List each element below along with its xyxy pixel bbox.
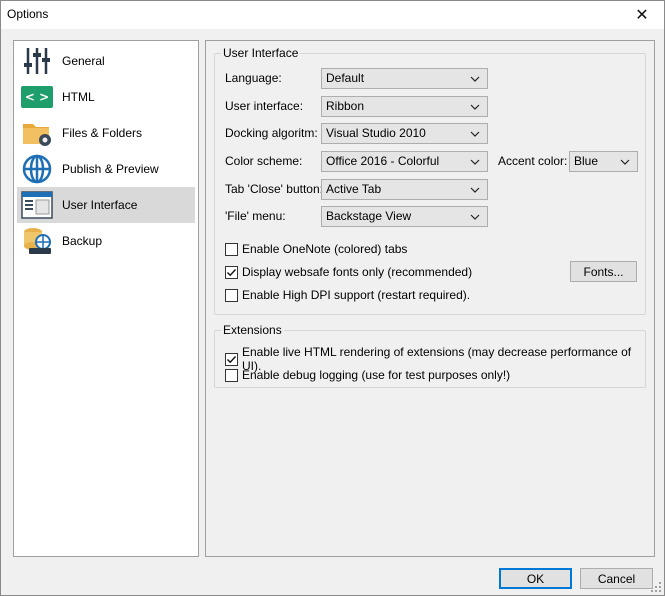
onenote-tabs-label: Enable OneNote (colored) tabs [242,242,408,256]
accent-color-label: Accent color: [498,154,568,168]
window-title: Options [7,7,49,21]
tab-close-label: Tab 'Close' button: [225,182,323,196]
checkmark-icon [227,268,237,276]
checkmark-icon [227,355,237,363]
title-bar: Options ✕ [1,1,664,29]
category-list: General < > HTML Files & Folders Publish… [13,40,199,557]
accent-color-select[interactable]: Blue [569,151,638,172]
fonts-button[interactable]: Fonts... [570,261,637,282]
nav-item-backup[interactable]: Backup [17,223,195,259]
close-icon: ✕ [635,7,649,24]
checkbox-box[interactable] [225,288,238,302]
high-dpi-checkbox[interactable]: Enable High DPI support (restart require… [225,288,470,302]
color-scheme-select[interactable]: Office 2016 - Colorful [321,151,488,172]
nav-item-files-folders[interactable]: Files & Folders [17,115,195,151]
sliders-icon [20,45,54,77]
file-menu-label: 'File' menu: [225,209,286,223]
nav-item-label: Files & Folders [62,126,143,140]
file-menu-value: Backstage View [326,209,412,223]
tab-close-value: Active Tab [326,182,382,196]
chevron-down-icon [619,152,631,171]
nav-item-label: General [62,54,105,68]
color-scheme-value: Office 2016 - Colorful [326,154,440,168]
resize-grip-icon[interactable] [651,582,661,592]
nav-item-html[interactable]: < > HTML [17,79,195,115]
chevron-down-icon [469,152,481,171]
debug-logging-checkbox[interactable]: Enable debug logging (use for test purpo… [225,368,510,382]
file-menu-select[interactable]: Backstage View [321,206,488,227]
high-dpi-label: Enable High DPI support (restart require… [242,288,471,302]
globe-icon [20,153,54,185]
group-title: User Interface [221,46,301,60]
websafe-fonts-checkbox[interactable]: Display websafe fonts only (recommended) [225,265,472,279]
nav-item-label: Backup [62,234,103,248]
cancel-button[interactable]: Cancel [580,568,653,589]
checkbox-box[interactable] [225,368,238,382]
websafe-fonts-label: Display websafe fonts only (recommended) [242,265,473,279]
docking-label: Docking algoritm: [225,126,318,140]
user-interface-label: User interface: [225,99,304,113]
accent-color-value: Blue [574,154,599,168]
checkbox-box[interactable] [225,265,238,279]
nav-item-label: Publish & Preview [62,162,159,176]
checkbox-box[interactable] [225,242,238,256]
onenote-tabs-checkbox[interactable]: Enable OneNote (colored) tabs [225,242,407,256]
settings-panel: User Interface Language: Default User in… [205,40,655,557]
nav-item-publish-preview[interactable]: Publish & Preview [17,151,195,187]
nav-item-user-interface[interactable]: User Interface [17,187,195,223]
language-label: Language: [225,71,282,85]
chevron-down-icon [469,69,481,88]
html-icon: < > [20,81,54,113]
backup-icon [20,225,54,257]
user-interface-select[interactable]: Ribbon [321,96,488,117]
group-title: Extensions [221,323,284,337]
nav-item-label: HTML [62,90,95,104]
chevron-down-icon [469,97,481,116]
ok-button[interactable]: OK [499,568,572,589]
extensions-group: Extensions Enable live HTML rendering of… [214,323,646,388]
chevron-down-icon [469,124,481,143]
tab-close-select[interactable]: Active Tab [321,179,488,200]
chevron-down-icon [469,180,481,199]
language-select[interactable]: Default [321,68,488,89]
user-interface-group: User Interface Language: Default User in… [214,46,646,315]
debug-logging-label: Enable debug logging (use for test purpo… [242,368,511,382]
dialog-footer: OK Cancel [1,561,664,595]
window-icon [20,189,54,221]
language-value: Default [326,71,365,85]
nav-item-general[interactable]: General [17,43,195,79]
options-dialog: Options ✕ General < > HTML Files & Folde… [0,0,665,596]
docking-select[interactable]: Visual Studio 2010 [321,123,488,144]
svg-text:< >: < > [25,90,49,104]
docking-value: Visual Studio 2010 [326,126,426,140]
close-button[interactable]: ✕ [620,1,664,29]
checkbox-box[interactable] [225,352,238,366]
user-interface-value: Ribbon [326,99,365,113]
folder-gear-icon [20,117,54,149]
color-scheme-label: Color scheme: [225,154,303,168]
chevron-down-icon [469,207,481,226]
nav-item-label: User Interface [62,198,138,212]
